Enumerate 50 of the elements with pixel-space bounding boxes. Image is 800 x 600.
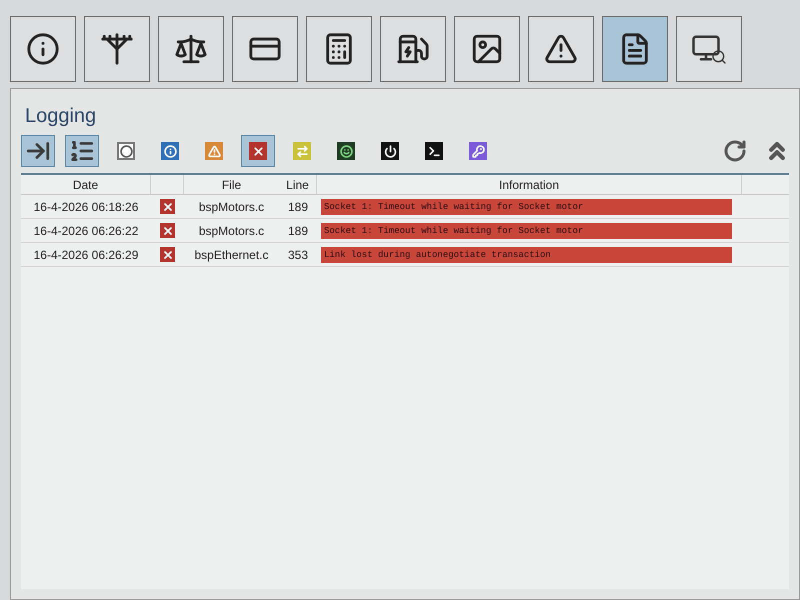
smiley-icon [337, 142, 355, 160]
panel-title: Logging [25, 105, 96, 127]
error-icon [160, 247, 175, 262]
table-cell-text: 353 [286, 246, 310, 264]
nav-tile[interactable] [158, 16, 224, 82]
nav-tile[interactable] [306, 16, 372, 82]
info-icon [161, 142, 179, 160]
filter-button[interactable] [65, 135, 99, 167]
transfer-icon [293, 142, 311, 160]
log-message: Link lost during autonegotiate transaction [321, 246, 732, 262]
info-icon [26, 32, 60, 66]
table-cell-text: bspMotors.c [198, 222, 266, 240]
nav-tile[interactable] [602, 16, 668, 82]
error-icon [160, 223, 175, 238]
table-cell-text: 16-4-2026 06:26:29 [32, 246, 140, 264]
warning-icon [544, 32, 578, 66]
monitor-search-icon [691, 33, 727, 65]
nav-tile[interactable] [380, 16, 446, 82]
socket-icon [117, 142, 135, 160]
charging-station-icon [396, 32, 430, 66]
column-header: Information [317, 175, 742, 194]
key-icon [469, 142, 487, 160]
table-cell-text: 16-4-2026 06:26:22 [32, 222, 140, 240]
table-cell-text: bspMotors.c [198, 198, 266, 216]
nav-tile[interactable] [232, 16, 298, 82]
nav-tile[interactable] [10, 16, 76, 82]
warning-icon [205, 142, 223, 160]
table-cell-text: 16-4-2026 06:18:26 [32, 198, 140, 216]
table-cell-text: 189 [286, 198, 310, 216]
refresh-icon [723, 139, 747, 163]
scale-icon [174, 32, 208, 66]
power-icon [381, 142, 399, 160]
error-icon [160, 199, 175, 214]
filter-button[interactable] [21, 135, 55, 167]
error-icon [249, 142, 267, 160]
power-pylon-icon [100, 32, 134, 66]
log-message: Socket 1: Timeout while waiting for Socket motor [321, 198, 732, 214]
terminal-icon [425, 142, 443, 160]
nav-tile[interactable] [454, 16, 520, 82]
log-message: Socket 1: Timeout while waiting for Socket motor [321, 222, 732, 238]
table-cell-text: 189 [286, 222, 310, 240]
table-cell-text: bspEthernet.c [193, 246, 270, 264]
column-header: Line [279, 175, 317, 194]
nav-tile[interactable] [528, 16, 594, 82]
column-header: Date [21, 175, 151, 194]
numbered-list-icon [69, 138, 95, 164]
nav-tile[interactable] [84, 16, 150, 82]
column-header: File [220, 177, 242, 194]
image-icon [470, 32, 504, 66]
nav-tile[interactable] [676, 16, 742, 82]
